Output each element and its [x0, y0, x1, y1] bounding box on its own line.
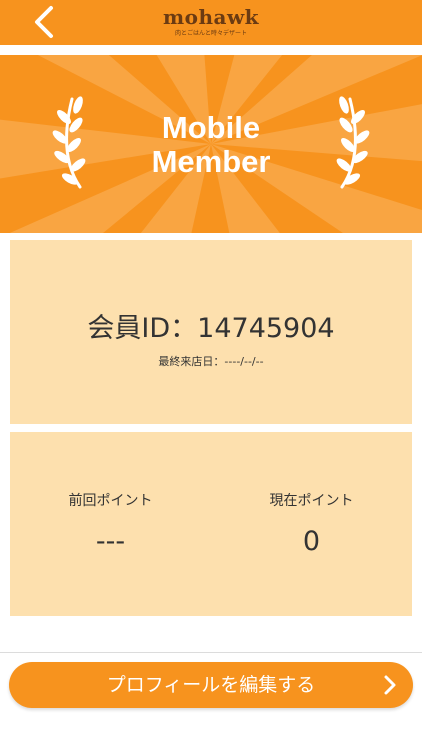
previous-points-label: 前回ポイント — [68, 493, 153, 509]
previous-points: 前回ポイント --- — [10, 490, 211, 558]
member-banner: Mobile Member — [0, 55, 422, 233]
current-points-value: 0 — [302, 526, 321, 557]
current-points: 現在ポイント 0 — [211, 490, 412, 558]
brand-logo: mohawk 肉とごはんと時々デザート — [0, 6, 422, 38]
logo-text: mohawk — [162, 5, 260, 29]
edit-profile-button[interactable]: プロフィールを編集する — [9, 662, 413, 708]
member-id: 会員ID：14745904 — [87, 313, 335, 344]
chevron-right-icon — [384, 675, 396, 695]
previous-points-value: --- — [95, 526, 126, 557]
edit-profile-label: プロフィールを編集する — [106, 674, 316, 696]
laurel-right-icon — [336, 96, 370, 189]
footer-divider — [0, 652, 422, 653]
logo-tagline: 肉とごはんと時々デザート — [174, 30, 247, 37]
member-id-card: 会員ID：14745904 最終来店日：----/--/-- — [10, 240, 412, 424]
last-visit-date: 最終来店日：----/--/-- — [158, 355, 264, 368]
points-card: 前回ポイント --- 現在ポイント 0 — [10, 432, 412, 616]
app-header: mohawk 肉とごはんと時々デザート — [0, 0, 422, 45]
current-points-label: 現在ポイント — [269, 493, 354, 509]
